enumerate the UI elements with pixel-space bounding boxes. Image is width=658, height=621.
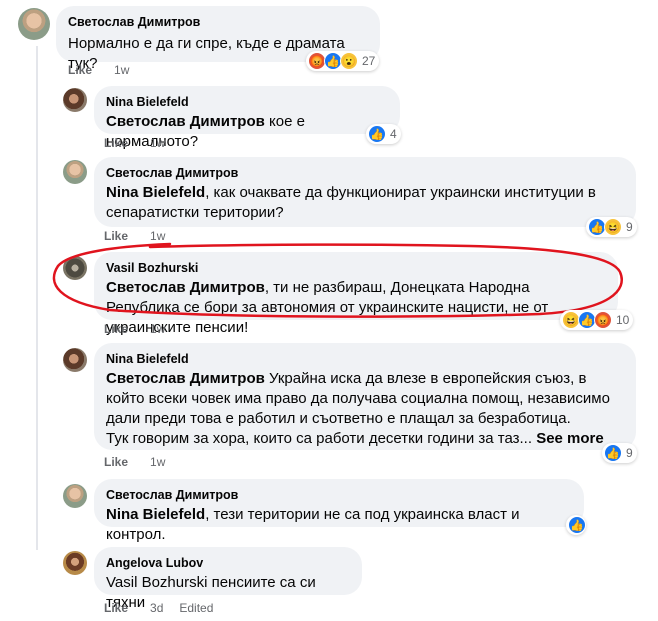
- avatar[interactable]: [63, 551, 87, 575]
- comment-author[interactable]: Angelova Lubov: [106, 555, 350, 571]
- comment-actions: Like 3d Edited: [104, 601, 213, 615]
- see-more-link[interactable]: See more: [536, 430, 604, 447]
- comment-bubble: Angelova Lubov Vasil Bozhurski пенсиите …: [94, 547, 362, 611]
- timestamp[interactable]: 1w: [150, 455, 165, 469]
- comment-text: Светослав Димитров Украйна иска да влезе…: [106, 370, 610, 427]
- reaction-summary[interactable]: 👍: [566, 515, 586, 535]
- mention-link[interactable]: Светослав Димитров: [106, 370, 265, 387]
- timestamp[interactable]: 3d: [150, 601, 163, 615]
- comment-actions: Like 1w: [104, 322, 165, 336]
- like-icon: 👍: [568, 516, 586, 534]
- reaction-count: 9: [626, 446, 633, 460]
- comment-author[interactable]: Nina Bielefeld: [106, 351, 624, 367]
- avatar[interactable]: [63, 484, 87, 508]
- like-icon: 👍: [604, 444, 622, 462]
- reaction-count: 10: [616, 313, 630, 327]
- comment-actions: Like 1w: [104, 455, 165, 469]
- timestamp[interactable]: 1w: [150, 322, 165, 336]
- comment-text-continued: Тук говорим за хора, които са работи дес…: [106, 430, 604, 447]
- edited-label: Edited: [179, 601, 214, 615]
- comment-bubble: Nina Bielefeld Светослав Димитров Украйн…: [94, 343, 636, 450]
- like-button[interactable]: Like: [104, 455, 128, 469]
- angry-icon: 😡: [594, 311, 612, 329]
- comment-text: Nina Bielefeld, тези територии не са под…: [106, 506, 520, 543]
- like-button[interactable]: Like: [104, 322, 128, 336]
- avatar[interactable]: [63, 348, 87, 372]
- like-button[interactable]: Like: [104, 601, 128, 615]
- comment-bubble: Светослав Димитров Nina Bielefeld, тези …: [94, 479, 584, 543]
- reaction-summary[interactable]: 😆 👍 😡 10: [560, 310, 634, 330]
- reaction-summary[interactable]: 👍 9: [602, 443, 637, 463]
- mention-link[interactable]: Nina Bielefeld: [106, 506, 205, 523]
- comment-author[interactable]: Светослав Димитров: [106, 487, 572, 503]
